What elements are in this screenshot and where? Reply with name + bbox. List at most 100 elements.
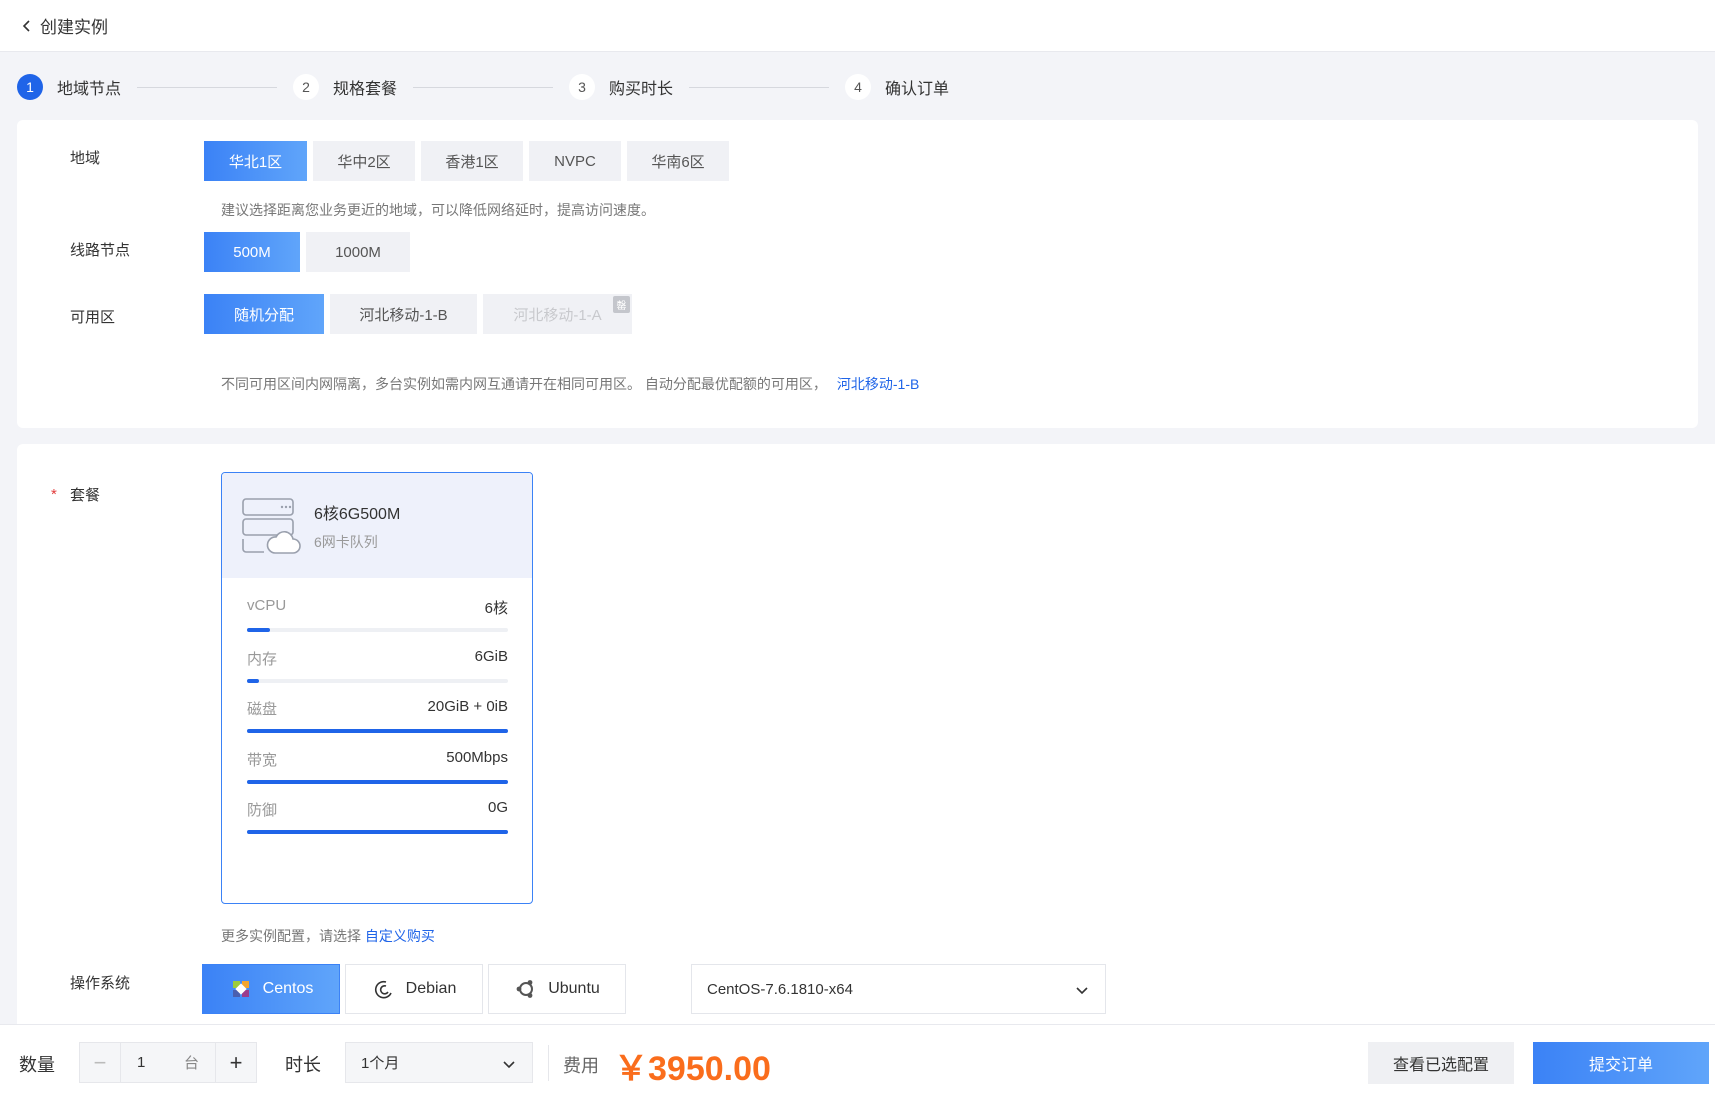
spec-card: * 套餐 6核6G500M 6网卡队列 vCPU 6核内存 6GiB 磁盘 20GiB … <box>17 444 1715 1024</box>
spec-header: vCPU 6核 <box>247 597 508 618</box>
spec-name: 内存 <box>247 650 278 668</box>
package-name: 6核6G500M <box>314 505 401 523</box>
spec-value: 0G <box>487 799 508 816</box>
fee-value: ￥3950.00 <box>614 1050 771 1088</box>
ubuntu-icon <box>516 980 534 998</box>
spec-bar <box>247 830 508 834</box>
step-1: 1 地域节点 <box>17 74 121 100</box>
spec-bar <box>247 678 508 683</box>
spec-bar-fill <box>247 628 271 632</box>
top-bar: 创建实例 <box>0 0 1715 52</box>
quantity-decrease-button[interactable]: − <box>80 1043 120 1082</box>
spec-bar-fill <box>247 729 508 733</box>
more-config-text: 更多实例配置，请选择 <box>221 928 361 944</box>
step-connector <box>137 86 278 88</box>
step-number: 1 <box>17 74 43 100</box>
chevron-left-icon <box>22 19 30 32</box>
spec-name: 带宽 <box>247 751 278 769</box>
zone-hint-link[interactable]: 河北移动-1-B <box>837 376 919 392</box>
quantity-unit: 台 <box>183 1055 199 1072</box>
spec-value: 500Mbps <box>446 748 508 766</box>
package-info: 6核6G500M 6网卡队列 <box>314 500 400 552</box>
line-label: 线路节点 <box>70 242 131 259</box>
line-option-1000m[interactable]: 1000M <box>306 232 410 272</box>
order-bar: 数量 − 1 台 + 时长 1个月 费用 ￥3950.00 查看已选配置 提交订… <box>0 1024 1715 1101</box>
package-card[interactable]: 6核6G500M 6网卡队列 vCPU 6核内存 6GiB 磁盘 20GiB + 0iB… <box>221 472 533 904</box>
spec-bar-fill <box>247 779 508 784</box>
view-config-button[interactable]: 查看已选配置 <box>1368 1042 1514 1084</box>
step-label: 购买时长 <box>609 81 674 98</box>
required-mark: * <box>51 486 57 503</box>
line-options: 500M 1000M <box>204 232 416 272</box>
step-number: 2 <box>293 74 320 100</box>
fee-label: 费用 <box>563 1056 599 1076</box>
spec-bar-fill <box>247 830 508 834</box>
step-connector <box>413 86 554 88</box>
package-label: 套餐 <box>70 487 101 504</box>
chevron-down-icon <box>503 1061 515 1069</box>
region-card: 地域 华北1区 华中2区 香港1区 NVPC 华南6区 建议选择距离您业务更近的… <box>17 120 1698 428</box>
spec-row: 磁盘 20GiB + 0iB <box>247 698 508 733</box>
os-option-ubuntu[interactable]: Ubuntu <box>488 964 626 1014</box>
line-option-500m[interactable]: 500M <box>204 232 300 272</box>
region-option-huabei1[interactable]: 华北1区 <box>204 141 307 181</box>
zone-option-random[interactable]: 随机分配 <box>204 294 324 334</box>
step-2: 2 规格套餐 <box>293 74 397 100</box>
package-sub: 6网卡队列 <box>314 533 378 550</box>
quantity-label: 数量 <box>19 1055 55 1075</box>
spec-header: 带宽 500Mbps <box>247 749 508 770</box>
os-option-label: Ubuntu <box>548 980 600 997</box>
spec-row: 防御 0G <box>247 799 508 834</box>
step-3: 3 购买时长 <box>569 74 673 100</box>
spec-bar <box>247 729 508 733</box>
duration-label: 时长 <box>285 1055 321 1075</box>
os-version-select[interactable]: CentOS-7.6.1810-x64 <box>691 964 1106 1014</box>
spec-bar <box>247 628 508 632</box>
back-button[interactable]: 创建实例 <box>20 13 108 38</box>
cloud-server-icon <box>242 497 301 554</box>
spec-bar <box>247 779 508 784</box>
zone-hint-text: 不同可用区间内网隔离，多台实例如需内网互通请开在相同可用区。 自动分配最优配额的… <box>221 376 827 392</box>
spec-value: 20GiB + 0iB <box>427 698 508 715</box>
spec-header: 内存 6GiB <box>247 648 508 669</box>
region-option-nvpc[interactable]: NVPC <box>529 141 621 181</box>
region-hint: 建议选择距离您业务更近的地域，可以降低网络延时，提高访问速度。 <box>221 202 655 218</box>
zone-option-hebei-1b[interactable]: 河北移动-1-B <box>330 294 477 334</box>
region-label: 地域 <box>70 150 101 167</box>
os-option-debian[interactable]: Debian <box>345 964 483 1014</box>
spec-bar-fill <box>247 678 259 683</box>
os-option-centos[interactable]: Centos <box>202 964 340 1014</box>
os-option-label: Centos <box>262 980 314 997</box>
quantity-input[interactable]: 1 台 <box>120 1043 216 1082</box>
package-header: 6核6G500M 6网卡队列 <box>222 473 532 578</box>
quantity-increase-button[interactable]: + <box>216 1043 256 1082</box>
region-option-huazhong2[interactable]: 华中2区 <box>313 141 415 181</box>
zone-options: 随机分配 河北移动-1-B 河北移动-1-A 罄 <box>204 294 638 334</box>
region-options: 华北1区 华中2区 香港1区 NVPC 华南6区 <box>204 141 735 181</box>
zone-option-hebei-1a: 河北移动-1-A 罄 <box>483 294 632 334</box>
region-option-hongkong1[interactable]: 香港1区 <box>421 141 523 181</box>
step-4: 4 确认订单 <box>845 74 949 100</box>
step-number: 4 <box>845 74 872 100</box>
step-connector <box>689 86 830 88</box>
custom-purchase-link[interactable]: 自定义购买 <box>365 928 435 944</box>
quantity-stepper: − 1 台 + <box>79 1042 257 1083</box>
spec-header: 磁盘 20GiB + 0iB <box>247 698 508 719</box>
step-indicator: 1 地域节点 2 规格套餐 3 购买时长 4 确认订单 <box>17 70 949 104</box>
step-label: 地域节点 <box>57 81 122 98</box>
os-label: 操作系统 <box>70 975 131 992</box>
spec-name: vCPU <box>247 597 287 614</box>
spec-value: 6核 <box>484 600 508 617</box>
region-option-huanan6[interactable]: 华南6区 <box>627 141 729 181</box>
spec-name: 磁盘 <box>247 701 278 718</box>
duration-value: 1个月 <box>361 1055 400 1072</box>
chevron-down-icon <box>1076 987 1088 995</box>
more-config-hint: 更多实例配置，请选择 自定义购买 <box>221 926 435 946</box>
divider <box>548 1045 549 1081</box>
os-option-label: Debian <box>405 980 457 997</box>
spec-header: 防御 0G <box>247 799 508 820</box>
duration-select[interactable]: 1个月 <box>345 1042 533 1083</box>
submit-order-button[interactable]: 提交订单 <box>1533 1042 1709 1084</box>
step-number: 3 <box>569 74 596 100</box>
zone-hint: 不同可用区间内网隔离，多台实例如需内网互通请开在相同可用区。 自动分配最优配额的… <box>221 374 919 394</box>
